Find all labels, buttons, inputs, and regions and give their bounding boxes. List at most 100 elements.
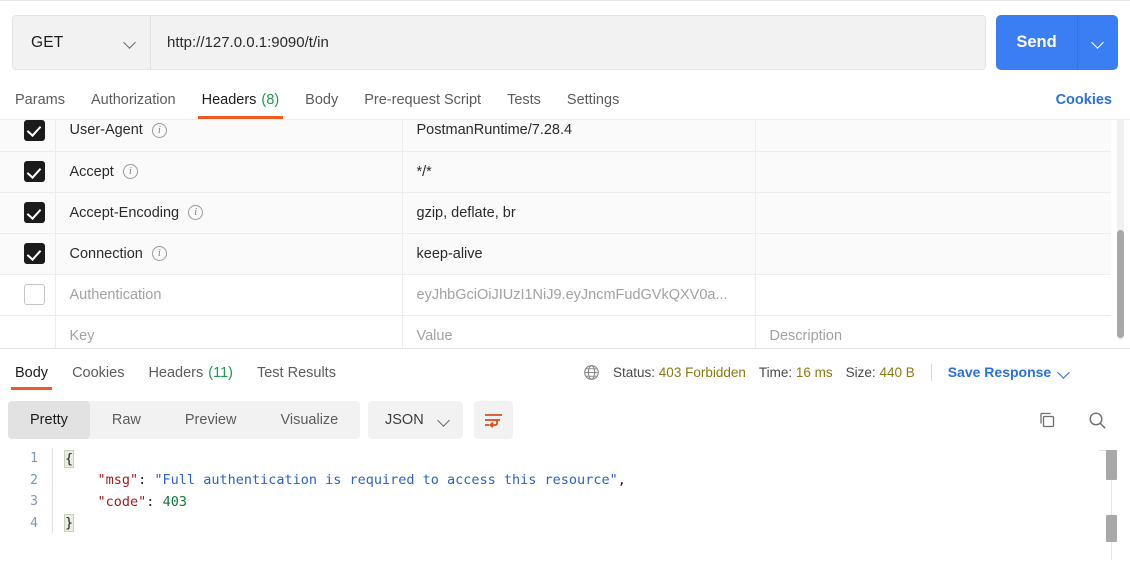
tab-pre-request-script[interactable]: Pre-request Script: [351, 80, 494, 119]
chevron-down-icon: [1059, 367, 1070, 378]
size-label: Size:: [845, 364, 876, 380]
checkbox-unchecked-icon[interactable]: [24, 284, 45, 305]
size-value: 440 B: [879, 364, 915, 380]
response-format-label: JSON: [385, 412, 424, 428]
table-row[interactable]: Connection i keep-alive: [0, 233, 1111, 275]
header-key-cell[interactable]: Accept i: [55, 151, 403, 193]
header-key-text: Authentication: [69, 286, 162, 303]
line-number: 3: [30, 494, 38, 510]
header-key-cell[interactable]: Connection i: [55, 233, 403, 275]
response-format-dropdown[interactable]: JSON: [368, 401, 463, 439]
search-button[interactable]: [1087, 410, 1108, 431]
url-input[interactable]: [151, 16, 985, 69]
tab-body[interactable]: Body: [292, 80, 351, 119]
header-description-cell[interactable]: [755, 233, 1111, 275]
table-row[interactable]: Accept i */*: [0, 151, 1111, 193]
new-description-placeholder: Description: [769, 327, 843, 344]
status-group-text: Status: 403 Forbidden: [613, 365, 746, 380]
request-url-bar: GET Send: [12, 15, 1118, 70]
code-token-key: "code": [97, 493, 147, 510]
request-tab-bar: Params Authorization Headers (8) Body Pr…: [0, 80, 1130, 120]
view-mode-pretty[interactable]: Pretty: [8, 401, 90, 439]
view-mode-segmented-control: Pretty Raw Preview Visualize: [8, 401, 361, 439]
header-description-cell[interactable]: [755, 274, 1111, 316]
headers-scrollbar-thumb[interactable]: [1117, 230, 1124, 338]
header-key-text: Accept-Encoding: [69, 204, 180, 221]
copy-icon: [1040, 412, 1055, 428]
code-scrollbar-thumb-secondary[interactable]: [1106, 515, 1117, 542]
tab-authorization[interactable]: Authorization: [78, 80, 189, 119]
info-icon[interactable]: i: [122, 164, 138, 179]
tab-params[interactable]: Params: [2, 80, 78, 119]
view-mode-visualize[interactable]: Visualize: [258, 401, 360, 439]
response-body-code[interactable]: 1 { 2 "msg": "Full authentication is req…: [0, 448, 1130, 563]
checkbox-checked-icon[interactable]: [24, 202, 45, 223]
tab-label: Test Results: [256, 365, 336, 381]
header-value-cell[interactable]: eyJhbGciOiJIUzI1NiJ9.eyJncmFudGVkQXV0a..…: [402, 274, 756, 316]
table-row[interactable]: Accept-Encoding i gzip, deflate, br: [0, 192, 1111, 234]
copy-button[interactable]: [1037, 410, 1057, 430]
response-tab-headers[interactable]: Headers (11): [136, 356, 245, 390]
header-value-text: PostmanRuntime/7.28.4: [416, 122, 573, 139]
new-value-cell[interactable]: Value: [402, 315, 756, 348]
code-scrollbar-thumb-vertical[interactable]: [1106, 450, 1117, 480]
header-value-cell[interactable]: gzip, deflate, br: [402, 192, 756, 234]
view-mode-raw[interactable]: Raw: [90, 401, 163, 439]
send-options-button[interactable]: [1078, 15, 1118, 70]
code-token-comma: ,: [617, 472, 626, 489]
checkbox-checked-icon[interactable]: [24, 161, 45, 182]
info-icon[interactable]: i: [151, 122, 167, 138]
tab-label: Body: [305, 91, 339, 108]
response-tab-cookies[interactable]: Cookies: [60, 356, 136, 390]
code-token-string: "Full authentication is required to acce…: [154, 472, 618, 489]
header-value-cell[interactable]: */*: [402, 151, 756, 193]
code-token-colon: :: [138, 472, 155, 489]
info-icon[interactable]: i: [188, 205, 204, 220]
header-value-text: keep-alive: [416, 245, 483, 262]
code-token-key: "msg": [97, 472, 139, 489]
code-line-text: }: [53, 514, 75, 533]
new-key-cell[interactable]: Key: [55, 315, 403, 348]
line-number: 4: [30, 515, 38, 531]
view-mode-preview[interactable]: Preview: [163, 401, 259, 439]
tab-label: Tests: [507, 91, 541, 108]
tab-headers[interactable]: Headers (8): [189, 80, 293, 119]
header-value-cell[interactable]: keep-alive: [402, 233, 756, 275]
response-status-bar: Status: 403 Forbidden Time: 16 ms Size: …: [583, 355, 1070, 389]
header-description-cell[interactable]: [755, 192, 1111, 234]
checkbox-checked-icon[interactable]: [24, 243, 45, 264]
header-description-cell[interactable]: [755, 151, 1111, 193]
code-line-text: "code": 403: [53, 494, 187, 510]
time-label: Time:: [758, 364, 793, 380]
tab-tests[interactable]: Tests: [494, 80, 554, 119]
header-key-cell[interactable]: Accept-Encoding i: [55, 192, 403, 234]
header-value-text: eyJhbGciOiJIUzI1NiJ9.eyJncmFudGVkQXV0a..…: [416, 286, 728, 303]
headers-table-scroll-area[interactable]: User-Agent i PostmanRuntime/7.28.4 Accep…: [0, 110, 1130, 348]
word-wrap-button[interactable]: [474, 401, 513, 439]
tab-settings[interactable]: Settings: [554, 80, 632, 119]
headers-table: User-Agent i PostmanRuntime/7.28.4 Accep…: [0, 110, 1111, 348]
new-key-placeholder: Key: [69, 327, 95, 344]
header-key-cell[interactable]: Authentication: [55, 274, 403, 316]
time-value: 16 ms: [795, 364, 833, 380]
send-button[interactable]: Send: [996, 15, 1078, 70]
table-row[interactable]: Authentication eyJhbGciOiJIUzI1NiJ9.eyJn…: [0, 274, 1111, 316]
http-method-dropdown[interactable]: GET: [13, 16, 151, 69]
info-icon[interactable]: i: [151, 246, 167, 261]
code-token-brace: }: [63, 514, 75, 533]
response-tab-test-results[interactable]: Test Results: [245, 356, 348, 390]
save-response-button[interactable]: Save Response: [948, 364, 1071, 380]
response-divider: [0, 348, 1130, 349]
cookies-link[interactable]: Cookies: [1056, 92, 1112, 108]
code-token-colon: :: [146, 493, 163, 510]
tab-label: Cookies: [72, 365, 125, 381]
code-line: 3 "code": 403: [0, 491, 1130, 513]
status-value: 403 Forbidden: [658, 364, 746, 380]
response-tab-body[interactable]: Body: [3, 356, 60, 390]
code-line-text: "msg": "Full authentication is required …: [53, 472, 626, 488]
checkbox-checked-icon[interactable]: [24, 119, 45, 141]
new-description-cell[interactable]: Description: [755, 315, 1111, 348]
globe-icon: [584, 364, 599, 380]
table-row-new[interactable]: Key Value Description: [0, 315, 1111, 348]
line-number: 2: [30, 472, 38, 488]
